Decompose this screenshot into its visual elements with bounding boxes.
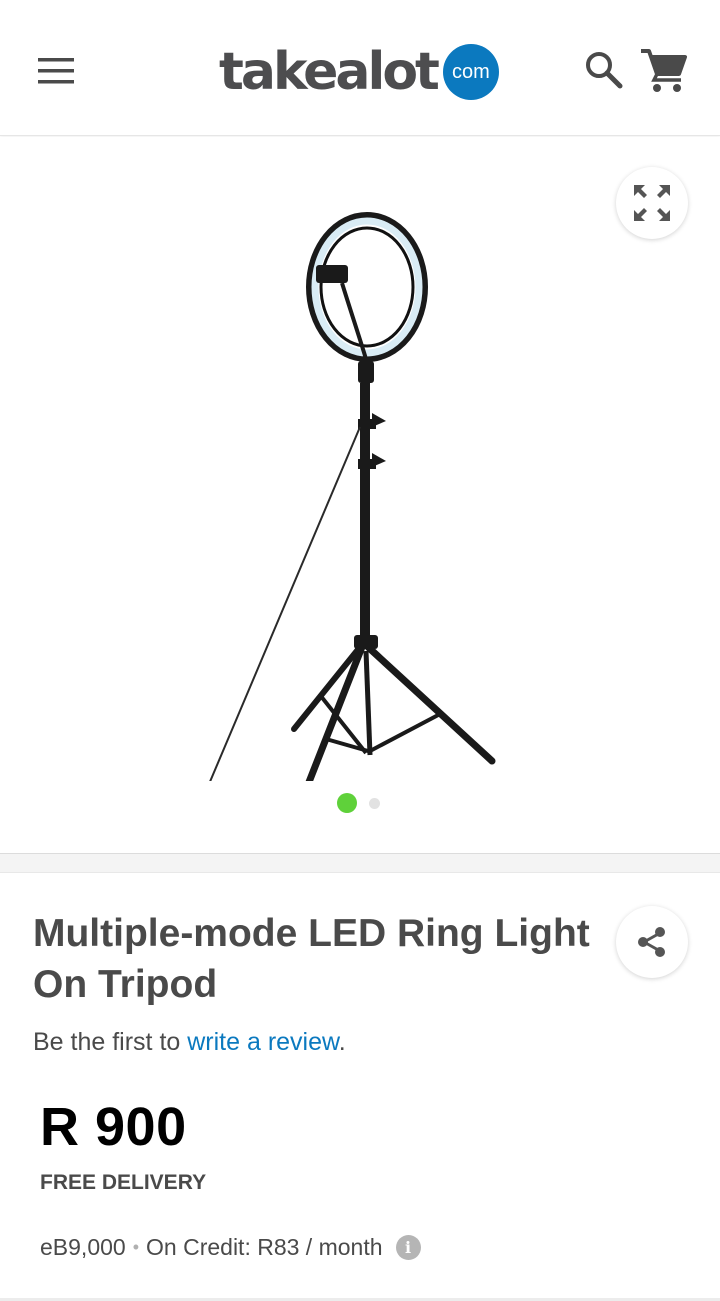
separator-dot: • [132,1237,140,1257]
product-price: R 900 [40,1097,187,1157]
info-icon[interactable]: i [395,1235,421,1260]
search-icon[interactable] [582,48,626,92]
takealot-logo[interactable]: takealot com [219,40,499,104]
review-prefix: Be the first to [33,1028,188,1056]
logo-wordmark: takealot [219,42,440,102]
product-title: Multiple-mode LED Ring Light On Tripod [33,912,590,1006]
product-image[interactable] [170,199,510,830]
carousel-pagination [337,793,380,813]
carousel-dot-1-active[interactable] [337,793,357,813]
top-app-bar: takealot com [0,0,720,136]
write-review-link[interactable]: write a review [187,1028,338,1056]
section-divider [0,853,720,873]
ebucks-price: eB9,000 [40,1234,126,1260]
carousel-dot-2[interactable] [369,797,380,809]
credit-price: On Credit: R83 / month [146,1234,383,1260]
hamburger-menu-icon[interactable] [30,50,82,92]
review-prompt: Be the first to write a review. [33,1028,346,1057]
logo-com-badge: com [442,44,499,100]
expand-fullscreen-icon[interactable] [616,167,688,239]
share-icon[interactable] [616,906,688,978]
free-delivery-label: FREE DELIVERY [40,1171,207,1194]
shopping-cart-icon[interactable] [638,46,688,94]
review-suffix: . [338,1028,346,1056]
product-image-gallery[interactable] [0,137,720,853]
payment-options: eB9,000 • On Credit: R83 / month i [40,1234,421,1261]
product-details: Multiple-mode LED Ring Light On Tripod B… [0,874,720,1301]
